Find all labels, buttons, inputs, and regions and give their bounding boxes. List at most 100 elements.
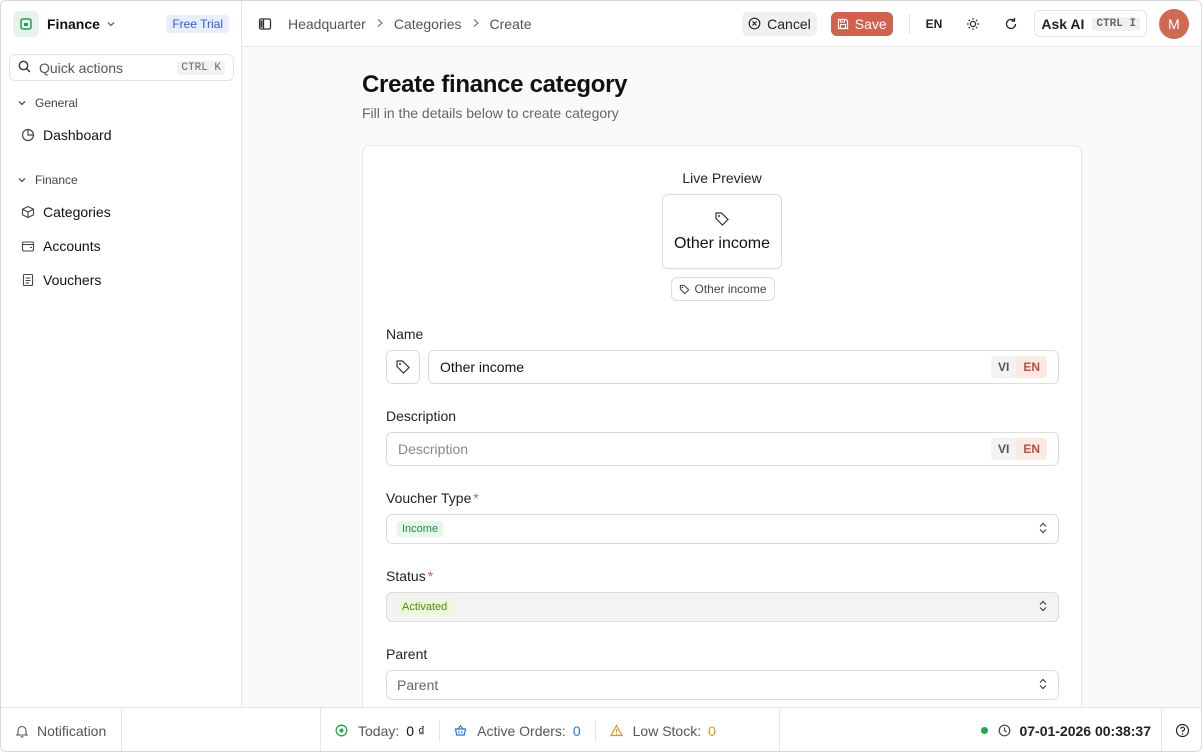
icon-picker-button[interactable] — [386, 350, 420, 384]
lang-en-tab[interactable]: EN — [1016, 356, 1047, 378]
language-switcher[interactable]: EN — [926, 17, 943, 31]
app-switcher[interactable]: Finance Free Trial — [1, 1, 241, 47]
chevron-down-icon — [18, 178, 26, 183]
coin-icon — [335, 724, 348, 737]
divider — [908, 13, 910, 34]
name-input[interactable]: Other income VI EN — [428, 350, 1059, 384]
name-input-value: Other income — [440, 359, 525, 375]
status-select[interactable]: Activated — [386, 592, 1059, 622]
sidebar-item-label: Accounts — [43, 238, 101, 254]
sidebar-group-general[interactable]: General — [17, 96, 78, 110]
chevron-down-icon — [18, 101, 26, 106]
parent-select[interactable]: Parent — [386, 670, 1059, 700]
stat-today: Today: 0 ₫ — [321, 720, 439, 742]
basket-icon — [454, 724, 467, 736]
cancel-button[interactable]: Cancel — [742, 11, 817, 36]
status-label: Status * — [386, 568, 433, 584]
toolbar: Cancel Save EN Ask AI CTRL I M — [742, 1, 1201, 46]
sidebar-item-dashboard[interactable]: Dashboard — [21, 127, 112, 143]
stat-active-orders: Active Orders: 0 — [439, 719, 595, 742]
avatar[interactable]: M — [1159, 8, 1189, 39]
sidebar-item-vouchers[interactable]: Vouchers — [21, 272, 101, 288]
notification-label: Notification — [37, 722, 107, 739]
chevron-right-icon — [376, 17, 384, 31]
category-form-card: Live Preview Other income Other income N… — [362, 145, 1082, 707]
name-language-toggle: VI EN — [990, 356, 1047, 378]
stat-low-stock: Low Stock: 0 — [594, 719, 730, 742]
free-trial-badge[interactable]: Free Trial — [166, 15, 229, 33]
preview-chip-label: Other income — [694, 282, 767, 296]
topbar: Headquarter Categories Create Cancel Sav… — [242, 1, 1201, 47]
help-button[interactable] — [1161, 708, 1201, 751]
tag-icon — [396, 360, 410, 374]
voucher-type-label: Voucher Type * — [386, 490, 479, 506]
sidebar-item-categories[interactable]: Categories — [21, 204, 111, 220]
help-icon — [1175, 723, 1190, 738]
description-input[interactable]: Description VI EN — [386, 432, 1059, 466]
page-subtitle: Fill in the details below to create cate… — [362, 105, 619, 121]
description-language-toggle: VI EN — [990, 438, 1047, 460]
sidebar-group-label: General — [35, 96, 78, 110]
low-stock-value: 0 — [708, 722, 716, 739]
current-datetime: 07-01-2026 00:38:37 — [1019, 722, 1151, 739]
pie-chart-icon — [21, 128, 35, 142]
lang-vi-tab[interactable]: VI — [990, 438, 1017, 460]
preview-chip: Other income — [671, 277, 775, 301]
box-icon — [21, 205, 35, 219]
sidebar: Finance Free Trial Quick actions CTRL K … — [1, 1, 242, 707]
breadcrumb: Headquarter Categories Create — [288, 16, 532, 32]
sidebar-item-label: Categories — [43, 204, 111, 220]
search-icon — [18, 60, 31, 76]
tag-icon — [715, 211, 729, 226]
close-circle-icon — [748, 17, 761, 30]
chevron-right-icon — [472, 17, 480, 31]
required-marker: * — [473, 490, 479, 506]
clock-icon — [998, 724, 1011, 737]
parent-label: Parent — [386, 646, 428, 662]
name-label: Name — [386, 326, 424, 342]
main-content: Create finance category Fill in the deta… — [242, 47, 1201, 707]
save-button[interactable]: Save — [830, 11, 893, 36]
description-placeholder: Description — [398, 441, 469, 457]
finance-app-logo — [13, 11, 39, 37]
preview-name: Other income — [673, 234, 771, 252]
today-label: Today: — [358, 722, 400, 739]
refresh-icon[interactable] — [1004, 17, 1018, 31]
quick-actions-shortcut: CTRL K — [177, 60, 225, 75]
breadcrumb-item-categories[interactable]: Categories — [394, 16, 462, 32]
cancel-label: Cancel — [767, 15, 811, 32]
stats-strip: Today: 0 ₫ Active Orders: 0 Low Stock: 0 — [320, 708, 780, 751]
required-marker: * — [427, 568, 434, 584]
sun-icon[interactable] — [966, 17, 980, 31]
sidebar-item-label: Vouchers — [43, 272, 102, 288]
save-label: Save — [854, 15, 887, 32]
ask-ai-button[interactable]: Ask AI CTRL I — [1034, 10, 1147, 37]
active-orders-label: Active Orders: — [477, 722, 566, 739]
sidebar-item-accounts[interactable]: Accounts — [21, 238, 101, 254]
ask-ai-shortcut: CTRL I — [1092, 16, 1140, 31]
app-name: Finance — [47, 16, 100, 32]
breadcrumb-item-headquarter[interactable]: Headquarter — [288, 16, 366, 32]
sidebar-item-label: Dashboard — [43, 127, 112, 143]
tag-icon — [680, 284, 690, 294]
chevron-up-down-icon — [1038, 677, 1048, 693]
status-label-text: Status — [386, 568, 426, 584]
voucher-type-value: Income — [397, 521, 444, 537]
notification-button[interactable]: Notification — [1, 708, 122, 751]
lang-vi-tab[interactable]: VI — [990, 356, 1017, 378]
app-window: Finance Free Trial Quick actions CTRL K … — [0, 0, 1202, 752]
parent-placeholder: Parent — [397, 677, 439, 693]
sidebar-toggle-icon[interactable] — [258, 17, 272, 31]
voucher-type-select[interactable]: Income — [386, 514, 1059, 544]
preview-card: Other income — [662, 194, 782, 269]
sidebar-group-finance[interactable]: Finance — [17, 173, 78, 187]
warning-icon — [609, 724, 623, 737]
status-clock: 07-01-2026 00:38:37 — [981, 708, 1201, 751]
chevron-up-down-icon — [1038, 599, 1048, 615]
status-value: Activated — [397, 599, 453, 615]
lang-en-tab[interactable]: EN — [1016, 438, 1047, 460]
today-value: 0 ₫ — [406, 722, 426, 739]
voucher-type-label-text: Voucher Type — [386, 490, 472, 506]
description-label: Description — [386, 408, 457, 424]
quick-actions-search[interactable]: Quick actions CTRL K — [9, 54, 234, 81]
